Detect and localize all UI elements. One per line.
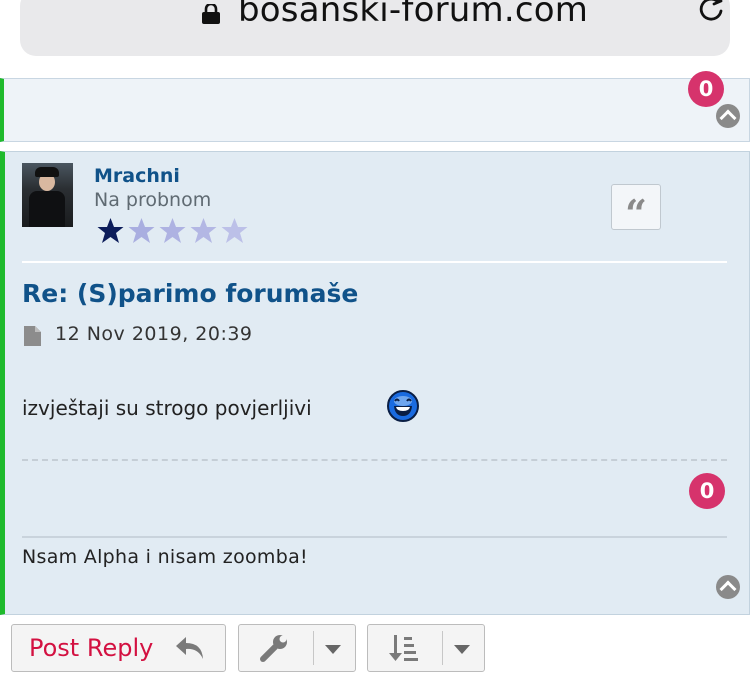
chevron-down-icon xyxy=(325,645,341,654)
topic-tools-dropdown[interactable] xyxy=(238,624,356,672)
divider xyxy=(22,261,727,263)
reload-icon[interactable] xyxy=(696,0,728,26)
wrench-icon xyxy=(260,635,287,662)
chevron-down-icon xyxy=(454,645,470,654)
star-empty-icon xyxy=(128,218,155,243)
previous-post: 0 xyxy=(0,71,750,142)
quote-button[interactable]: “ xyxy=(611,184,661,236)
rank-stars xyxy=(95,216,250,246)
post-title[interactable]: Re: (S)parimo forumaše xyxy=(22,279,358,308)
file-icon xyxy=(24,326,41,346)
sort-options-dropdown[interactable] xyxy=(367,624,485,672)
reactions-badge[interactable]: 0 xyxy=(689,473,725,509)
browser-toolbar: bosanski-forum.com xyxy=(0,0,750,78)
reactions-badge[interactable]: 0 xyxy=(688,71,724,107)
address-bar[interactable]: bosanski-forum.com xyxy=(20,0,730,56)
back-to-top-icon[interactable] xyxy=(716,104,740,128)
content-divider xyxy=(22,459,727,461)
star-filled-icon xyxy=(97,218,124,243)
star-empty-icon xyxy=(190,218,217,243)
post-content: izvještaji su strogo povjerljivi xyxy=(22,396,312,420)
post-author[interactable]: Mrachni xyxy=(94,165,180,187)
quote-icon: “ xyxy=(625,191,647,236)
post-date: 12 Nov 2019, 20:39 xyxy=(55,323,253,345)
author-rank: Na probnom xyxy=(94,189,212,211)
star-empty-icon xyxy=(221,218,248,243)
reply-icon xyxy=(176,637,203,659)
sort-icon xyxy=(389,635,418,661)
lock-icon xyxy=(202,4,220,24)
laughing-smiley-icon xyxy=(387,390,419,422)
post-reply-button[interactable]: Post Reply xyxy=(11,624,226,672)
post-signature: Nsam Alpha i nisam zoomba! xyxy=(22,546,308,568)
star-empty-icon xyxy=(159,218,186,243)
topic-action-bar: Post Reply xyxy=(0,615,750,683)
post-reply-label: Post Reply xyxy=(29,634,154,662)
address-bar-url: bosanski-forum.com xyxy=(238,0,589,30)
signature-divider xyxy=(22,536,727,538)
avatar[interactable] xyxy=(22,163,73,227)
back-to-top-icon[interactable] xyxy=(716,575,740,599)
forum-post: Mrachni Na probnom “ Re: (S)parimo forum… xyxy=(0,151,750,615)
